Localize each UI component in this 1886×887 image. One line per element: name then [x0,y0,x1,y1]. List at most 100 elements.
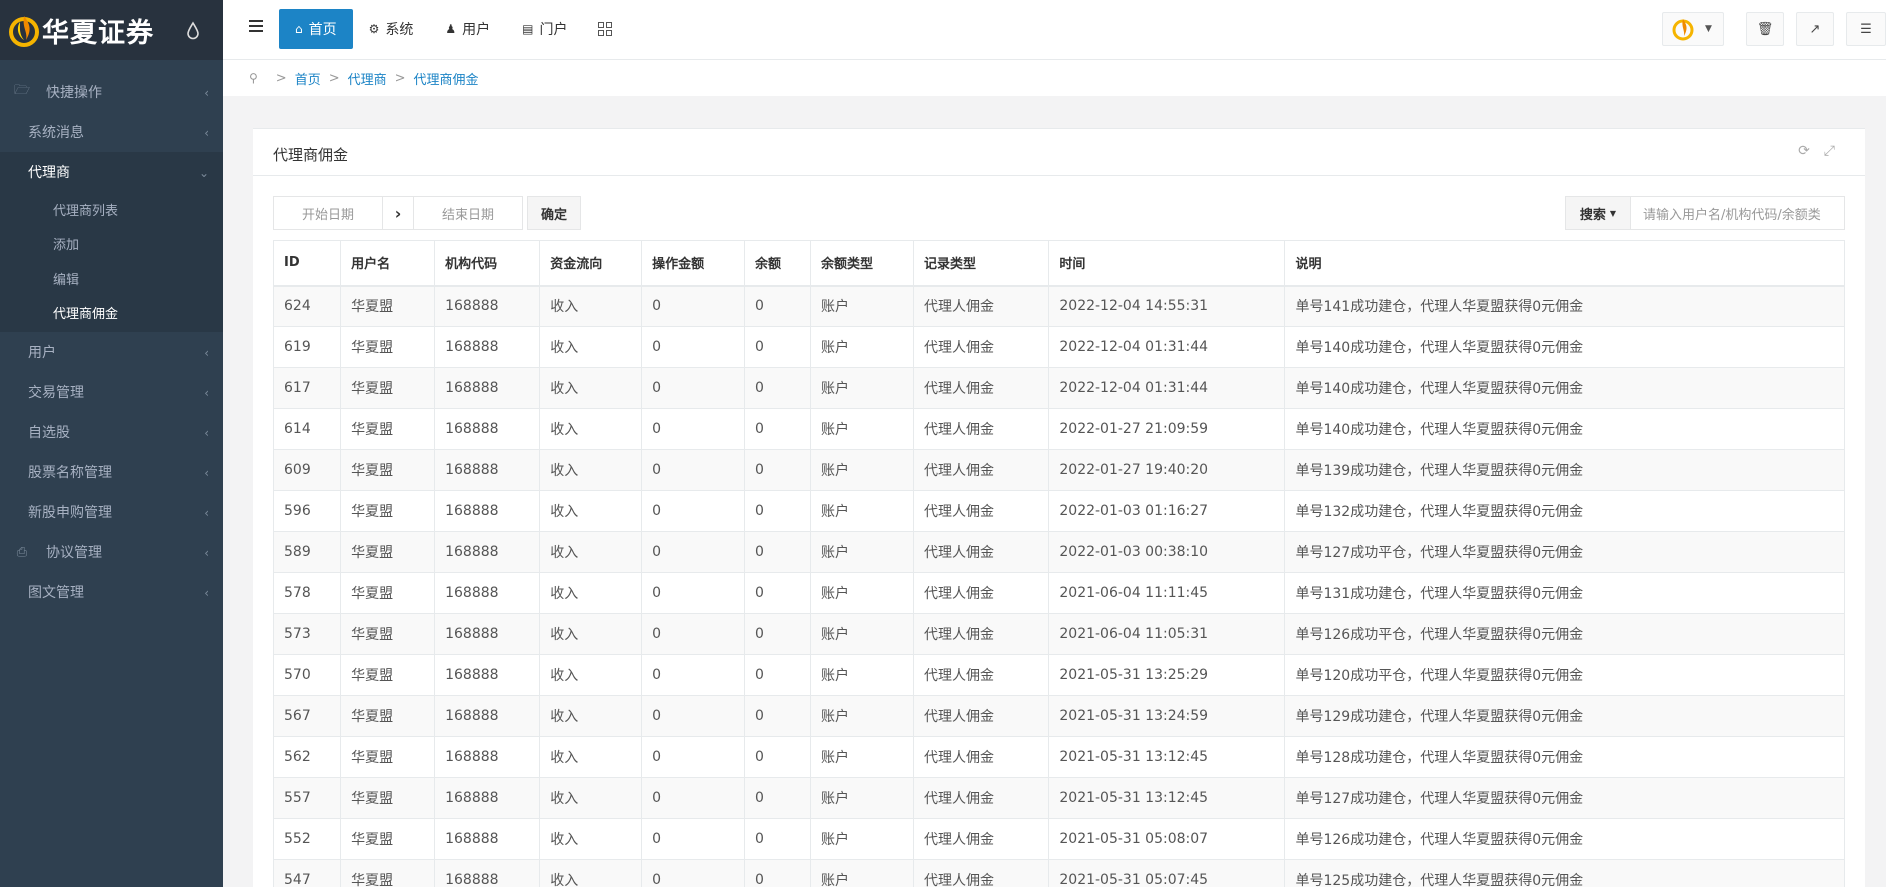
breadcrumb-agent-commission[interactable]: 代理商佣金 [414,69,479,88]
right-sidebar-toggle-icon[interactable]: ☰ [1846,12,1886,46]
brand-title: 华夏证券 [42,17,154,49]
breadcrumb-agents[interactable]: 代理商 [348,69,387,88]
sidebar-item-quick-actions[interactable]: 🗁 快捷操作 ‹ [0,72,223,112]
table-cell: 0 [641,859,746,887]
table-row[interactable]: 562 华夏盟 168888 收入 0 0 账户 代理人佣金 2021-05-31 13:12:… [272,736,1845,778]
table-row[interactable]: 624 华夏盟 168888 收入 0 0 账户 代理人佣金 2022-12-04 14:55:… [272,285,1845,327]
sidebar-item-agreements[interactable]: ⎙ 协议管理 ‹ [0,532,223,572]
confirm-button[interactable]: 确定 [527,196,581,230]
nav-system-button[interactable]: ⚙ 系统 [353,9,430,49]
nav-user-button[interactable]: ♟ 用户 [429,9,506,49]
table-cell: 代理人佣金 [913,818,1050,860]
sidebar-subitem-add[interactable]: 添加 [0,227,223,262]
refresh-icon[interactable]: ⟳ [1798,143,1810,159]
table-cell: 账户 [810,695,914,737]
external-link-icon[interactable]: ↗ [1796,12,1834,46]
table-cell: 收入 [539,449,643,491]
table-cell: 0 [744,572,812,614]
table-cell: 单号139成功建仓，代理人华夏盟获得0元佣金 [1284,449,1845,491]
table-cell: 0 [744,285,812,327]
sidebar-item-stock-names[interactable]: 股票名称管理 ‹ [0,452,223,492]
end-date-input[interactable]: 结束日期 [413,196,523,230]
sidebar-item-ipo-subscription[interactable]: 新股申购管理 ‹ [0,492,223,532]
search-dropdown-button[interactable]: 搜索 ▼ [1565,196,1631,230]
table-cell: 单号128成功建仓，代理人华夏盟获得0元佣金 [1284,736,1845,778]
sidebar-item-watchlist[interactable]: 自选股 ‹ [0,412,223,452]
table-row[interactable]: 619 华夏盟 168888 收入 0 0 账户 代理人佣金 2022-12-04 01:31:… [272,326,1845,368]
table-cell: 624 [272,285,342,327]
sidebar-item-users[interactable]: 用户 ‹ [0,332,223,372]
table-cell: 华夏盟 [340,572,436,614]
table-cell: 2021-05-31 13:24:59 [1048,695,1286,737]
table-row[interactable]: 578 华夏盟 168888 收入 0 0 账户 代理人佣金 2021-06-04 11:11:… [272,572,1845,614]
table-cell: 华夏盟 [340,818,436,860]
home-icon: ⌂ [295,22,303,36]
trash-icon[interactable]: 🗑 [1746,12,1784,46]
column-header[interactable]: 余额 [744,240,812,287]
chevron-left-icon: ‹ [204,386,209,400]
droplet-icon[interactable] [185,20,201,40]
table-cell: 华夏盟 [340,408,436,450]
chevron-left-icon: ‹ [204,506,209,520]
sidebar-item-trade-management[interactable]: 交易管理 ‹ [0,372,223,412]
table-row[interactable]: 609 华夏盟 168888 收入 0 0 账户 代理人佣金 2022-01-27 19:40:… [272,449,1845,491]
sidebar-subitem-agent-commission[interactable]: 代理商佣金 [0,296,223,331]
table-row[interactable]: 589 华夏盟 168888 收入 0 0 账户 代理人佣金 2022-01-03 00:38:… [272,531,1845,573]
table-row[interactable]: 573 华夏盟 168888 收入 0 0 账户 代理人佣金 2021-06-04 11:05:… [272,613,1845,655]
table-cell: 2022-01-03 00:38:10 [1048,531,1286,573]
column-header[interactable]: 操作金额 [641,240,746,287]
table-cell: 华夏盟 [340,613,436,655]
nav-portal-button[interactable]: ▤ 门户 [506,9,583,49]
column-header[interactable]: 用户名 [340,240,436,287]
table-cell: 代理人佣金 [913,490,1050,532]
table-cell: 华夏盟 [340,285,436,327]
column-header[interactable]: 说明 [1284,240,1845,287]
breadcrumb-home[interactable]: 首页 [295,69,321,88]
table-row[interactable]: 557 华夏盟 168888 收入 0 0 账户 代理人佣金 2021-05-31 13:12:… [272,777,1845,819]
table-cell: 609 [272,449,342,491]
sidebar-item-agents[interactable]: 代理商 ⌄ [0,152,223,192]
start-date-input[interactable]: 开始日期 [273,196,383,230]
apps-grid-icon[interactable] [597,22,612,36]
table-cell: 168888 [434,695,541,737]
table-cell: 单号140成功建仓，代理人华夏盟获得0元佣金 [1284,367,1845,409]
table-row[interactable]: 617 华夏盟 168888 收入 0 0 账户 代理人佣金 2022-12-04 01:31:… [272,367,1845,409]
date-filter: 开始日期 › 结束日期 确定 [273,196,581,230]
table-row[interactable]: 547 华夏盟 168888 收入 0 0 账户 代理人佣金 2021-05-31 05:07:… [272,859,1845,887]
search-input[interactable]: 请输入用户名/机构代码/余额类 [1631,196,1845,230]
table-cell: 547 [272,859,342,887]
table-cell: 账户 [810,408,914,450]
table-cell: 单号127成功平仓，代理人华夏盟获得0元佣金 [1284,531,1845,573]
table-row[interactable]: 614 华夏盟 168888 收入 0 0 账户 代理人佣金 2022-01-27 21:09:… [272,408,1845,450]
table-cell: 0 [744,449,812,491]
column-header[interactable]: 记录类型 [912,240,1050,287]
sidebar-subitem-agent-list[interactable]: 代理商列表 [0,192,223,227]
chevron-left-icon: ‹ [204,86,209,100]
table-cell: 代理人佣金 [913,531,1050,573]
column-header[interactable]: 余额类型 [810,240,914,287]
sidebar-item-content-management[interactable]: 图文管理 ‹ [0,572,223,612]
table-cell: 代理人佣金 [913,408,1050,450]
panel-divider [253,175,1865,176]
table-row[interactable]: 567 华夏盟 168888 收入 0 0 账户 代理人佣金 2021-05-31 13:24:… [272,695,1845,737]
column-header[interactable]: 机构代码 [434,240,541,287]
column-header[interactable]: 时间 [1048,240,1286,287]
table-cell: 578 [272,572,342,614]
table-row[interactable]: 552 华夏盟 168888 收入 0 0 账户 代理人佣金 2021-05-31 05:08:… [272,818,1845,860]
table-row[interactable]: 570 华夏盟 168888 收入 0 0 账户 代理人佣金 2021-05-31 13:25:… [272,654,1845,696]
sidebar-subitem-edit[interactable]: 编辑 [0,261,223,296]
table-cell: 代理人佣金 [913,367,1050,409]
table-row[interactable]: 596 华夏盟 168888 收入 0 0 账户 代理人佣金 2022-01-03 01:16:… [272,490,1845,532]
column-header[interactable]: 资金流向 [539,240,643,287]
nav-home-button[interactable]: ⌂ 首页 [279,9,353,49]
user-avatar-dropdown[interactable]: ▼ [1662,12,1724,46]
table-cell: 0 [641,654,746,696]
fullscreen-icon[interactable]: ⤢ [1824,143,1835,159]
content-panel: 代理商佣金 ⟳ ⤢ 开始日期 › 结束日期 确定 搜索 ▼ 请输入用户名/机构代… [253,128,1865,887]
sidebar-item-system-messages[interactable]: 系统消息 ‹ [0,112,223,152]
table-cell: 账户 [810,859,914,887]
table-cell: 华夏盟 [340,490,436,532]
menu-toggle-icon[interactable] [249,20,263,34]
column-header[interactable]: ID [272,240,342,287]
sidebar-item-label: 用户 [28,345,56,361]
